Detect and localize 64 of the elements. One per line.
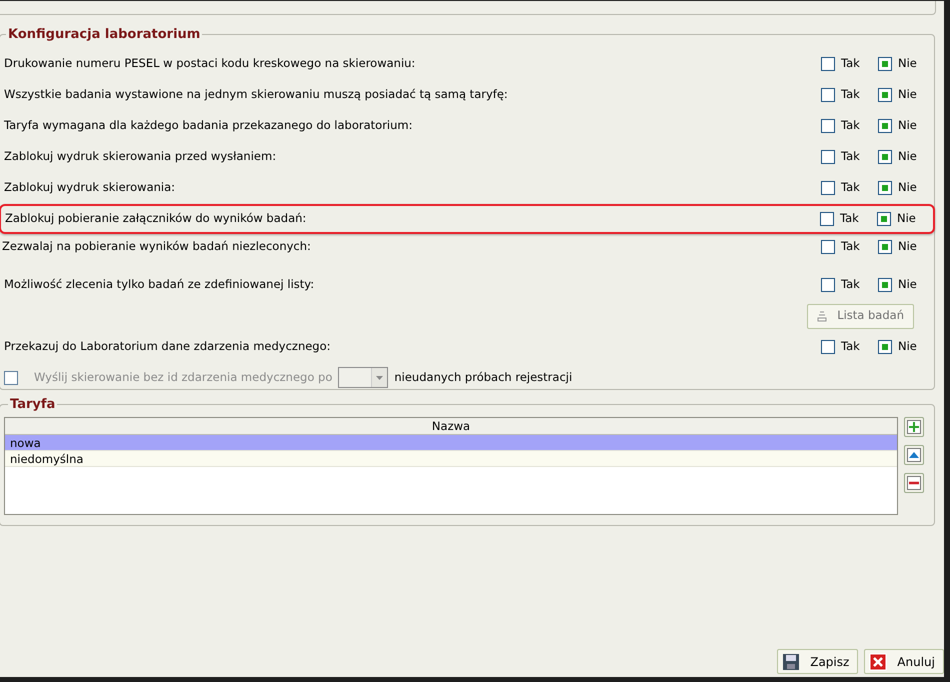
close-icon (869, 652, 888, 670)
yes-label: Tak (841, 276, 860, 294)
option-label: Drukowanie numeru PESEL w postaci kodu kreskowego na skierowaniu: (4, 55, 416, 72)
no-label: Nie (898, 276, 917, 294)
checkbox[interactable] (821, 88, 835, 102)
checkbox[interactable] (878, 278, 892, 292)
yes-label: Tak (841, 55, 860, 72)
remove-icon (907, 476, 921, 490)
checkbox[interactable] (821, 181, 835, 195)
option-label: Wszystkie badania wystawione na jednym skierowaniu muszą posiadać tą samą taryfę: (4, 86, 509, 104)
option-label: Wyślij skierowanie bez id zdarzenia medycznego po (34, 368, 332, 386)
section-title: Taryfa (9, 396, 56, 414)
option-label: Zablokuj wydruk skierowania: (4, 179, 176, 196)
no-label: Nie (898, 179, 917, 196)
checkbox[interactable] (878, 181, 892, 195)
checkbox[interactable] (878, 119, 892, 133)
no-label: Nie (898, 55, 917, 72)
no-label: Nie (897, 210, 916, 227)
checkbox[interactable] (878, 57, 892, 71)
checkbox[interactable] (821, 340, 835, 354)
column-header[interactable]: Nazwa (5, 418, 897, 434)
caret-icon (371, 368, 388, 387)
checkbox[interactable] (821, 57, 835, 71)
yes-label: Tak (841, 86, 860, 104)
checkbox[interactable] (877, 212, 891, 226)
option-label: Taryfa wymagana dla każdego badania przekazanego do laboratorium: (4, 117, 414, 134)
option-label: Przekazuj do Laboratorium dane zdarzenia medycznego: (4, 338, 332, 356)
yes-label: Tak (841, 238, 860, 255)
checkbox[interactable] (821, 240, 835, 254)
section-title: Konfiguracja laboratorium (7, 26, 202, 44)
retry-suffix: nieudanych próbach rejestracji (394, 368, 572, 386)
checkbox[interactable] (878, 150, 892, 164)
option-label: Zablokuj pobieranie załączników do wyników badań: (5, 210, 308, 227)
checkbox[interactable] (821, 278, 835, 292)
yes-label: Tak (841, 179, 860, 196)
option-label: Możliwość zlecenia tylko badań ze zdefiniowanej listy: (4, 276, 316, 294)
yes-label: Tak (841, 338, 860, 356)
add-button[interactable] (904, 416, 924, 436)
add-icon (907, 420, 921, 434)
no-label: Nie (898, 238, 917, 255)
count-dropdown[interactable] (338, 367, 388, 388)
yes-label: Tak (841, 117, 860, 134)
checkbox[interactable] (820, 212, 834, 226)
no-label: Nie (898, 338, 917, 356)
yes-label: Tak (841, 148, 860, 166)
no-label: Nie (898, 148, 917, 166)
checkbox[interactable] (821, 119, 835, 133)
no-label: Nie (898, 86, 917, 104)
no-label: Nie (898, 117, 917, 134)
up-button[interactable] (904, 444, 924, 464)
remove-button[interactable] (904, 472, 924, 492)
checkbox[interactable] (878, 340, 892, 354)
checkbox[interactable] (878, 240, 892, 254)
save-button[interactable]: Zapisz (777, 649, 858, 674)
checkbox[interactable] (821, 150, 835, 164)
option-label: Zezwalaj na pobieranie wyników badań niezleconych: (2, 238, 312, 255)
table-row[interactable]: nowa (5, 434, 897, 450)
up-icon (907, 448, 921, 462)
yes-label: Tak (840, 210, 859, 227)
list-icon (817, 310, 828, 322)
option-label: Zablokuj wydruk skierowania przed wysłaniem: (4, 148, 278, 166)
table-row[interactable]: niedomyślna (5, 450, 897, 466)
checkbox[interactable] (878, 88, 892, 102)
cancel-button[interactable]: Anuluj (864, 649, 944, 674)
